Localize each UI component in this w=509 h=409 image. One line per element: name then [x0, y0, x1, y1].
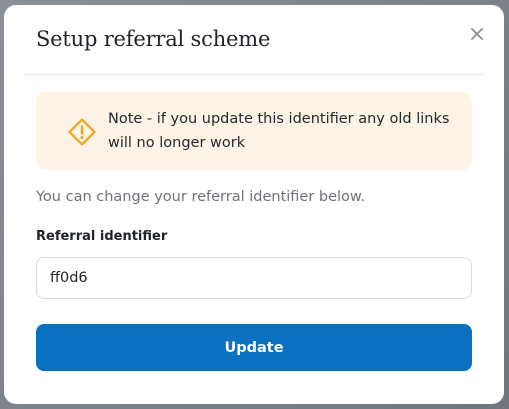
- helper-text: You can change your referral identifier …: [36, 189, 366, 205]
- close-icon: [471, 28, 483, 40]
- warning-note-text: Note - if you update this identifier any…: [108, 111, 450, 151]
- referral-scheme-modal: Setup referral scheme Note - if you upda…: [4, 5, 504, 404]
- header-divider: [24, 74, 484, 75]
- warning-note: Note - if you update this identifier any…: [36, 92, 472, 170]
- referral-identifier-label: Referral identifier: [36, 229, 168, 244]
- referral-identifier-input[interactable]: [36, 257, 472, 299]
- modal-title: Setup referral scheme: [36, 27, 271, 51]
- update-button[interactable]: Update: [36, 324, 472, 371]
- warning-diamond-icon: [68, 118, 96, 146]
- close-button[interactable]: [468, 25, 486, 43]
